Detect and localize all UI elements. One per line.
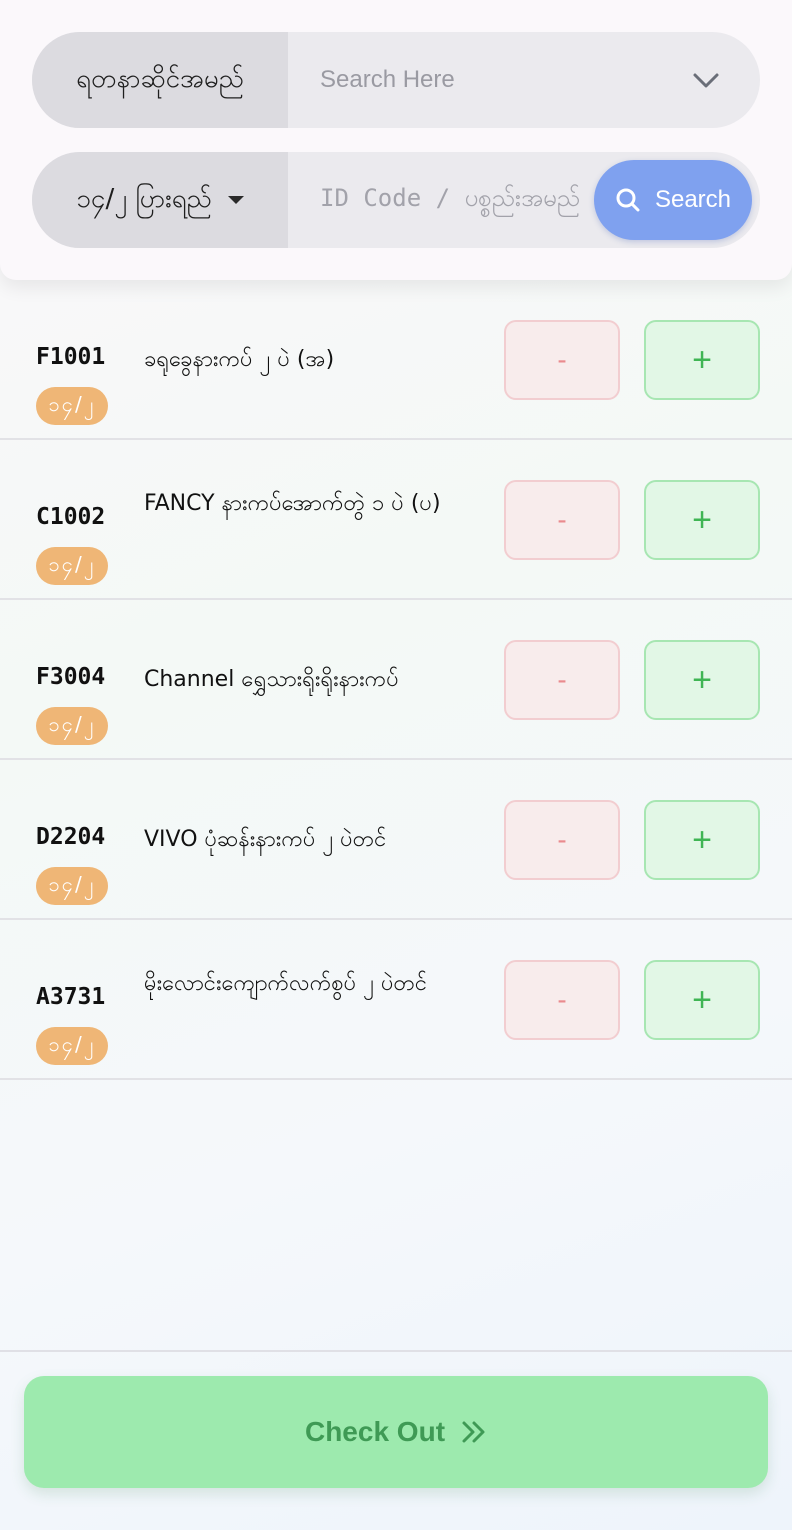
- increase-button[interactable]: +: [644, 480, 760, 560]
- checkout-button[interactable]: Check Out: [24, 1376, 768, 1488]
- purity-badge: ၁၄/၂: [36, 707, 108, 745]
- purity-filter-label: ၁၄/၂ ပြားရည်: [76, 183, 212, 214]
- item-code: F1001: [36, 344, 106, 370]
- double-chevron-right-icon: [462, 1421, 485, 1443]
- item-code: D2204: [36, 824, 106, 850]
- purity-badge: ၁၄/၂: [36, 1027, 108, 1065]
- decrease-button[interactable]: -: [504, 480, 620, 560]
- search-button[interactable]: Search: [594, 160, 752, 240]
- item-name: Channel ရွှေသားရိုးရိုးနားကပ်: [144, 667, 399, 692]
- list-item: A3731 ၁၄/၂ မိုးလောင်းကျောက်လက်စွပ် ၂ ပဲတ…: [0, 920, 792, 1080]
- increase-button[interactable]: +: [644, 320, 760, 400]
- increase-button[interactable]: +: [644, 640, 760, 720]
- decrease-button[interactable]: -: [504, 800, 620, 880]
- code-search-placeholder: ID Code / ပစ္စည်းအမည်: [320, 184, 580, 212]
- item-name: VIVO ပုံဆန်းနားကပ် ၂ ပဲတင်: [144, 827, 387, 852]
- decrease-button[interactable]: -: [504, 960, 620, 1040]
- purity-badge: ၁၄/၂: [36, 387, 108, 425]
- product-list: F1001 ၁၄/၂ ခရုခွေနားကပ် ၂ ပဲ (အ) - + C10…: [0, 280, 792, 1080]
- purity-badge: ၁၄/၂: [36, 867, 108, 905]
- item-name: ခရုခွေနားကပ် ၂ ပဲ (အ): [144, 347, 335, 372]
- item-name: မိုးလောင်းကျောက်လက်စွပ် ၂ ပဲတင်: [144, 971, 428, 996]
- store-search-dropdown[interactable]: Search Here: [288, 32, 760, 128]
- checkout-label: Check Out: [304, 1416, 446, 1447]
- product-search-bar: ၁၄/၂ ပြားရည် ID Code / ပစ္စည်းအမည် Searc…: [32, 152, 760, 248]
- item-code: A3731: [36, 984, 106, 1010]
- item-name: FANCY နားကပ်အောက်တွဲ ၁ ပဲ (ပ): [144, 491, 441, 516]
- caret-down-icon: [227, 196, 244, 204]
- list-item: C1002 ၁၄/၂ FANCY နားကပ်အောက်တွဲ ၁ ပဲ (ပ)…: [0, 440, 792, 600]
- purity-badge: ၁၄/၂: [36, 547, 108, 585]
- store-search-placeholder: Search Here: [320, 66, 455, 93]
- item-code: C1002: [36, 504, 106, 530]
- decrease-button[interactable]: -: [504, 320, 620, 400]
- item-code: F3004: [36, 664, 106, 690]
- list-item: D2204 ၁၄/၂ VIVO ပုံဆန်းနားကပ် ၂ ပဲတင် - …: [0, 760, 792, 920]
- increase-button[interactable]: +: [644, 960, 760, 1040]
- list-item: F1001 ၁၄/၂ ခရုခွေနားကပ် ၂ ပဲ (အ) - +: [0, 280, 792, 440]
- increase-button[interactable]: +: [644, 800, 760, 880]
- store-name-text: ရတနာဆိုင်အမည်: [76, 63, 244, 94]
- search-button-label: Search: [654, 186, 732, 213]
- list-item: F3004 ၁၄/၂ Channel ရွှေသားရိုးရိုးနားကပ်…: [0, 600, 792, 760]
- purity-filter-dropdown[interactable]: ၁၄/၂ ပြားရည်: [32, 152, 288, 248]
- footer-divider: [0, 1350, 792, 1352]
- search-header: ရတနာဆိုင်အမည် Search Here ၁၄/၂ ပြားရည် I…: [0, 0, 792, 280]
- search-icon: [616, 188, 640, 212]
- chevron-down-icon[interactable]: [692, 66, 720, 94]
- decrease-button[interactable]: -: [504, 640, 620, 720]
- store-name-label: ရတနာဆိုင်အမည်: [32, 32, 288, 128]
- store-search-bar: ရတနာဆိုင်အမည် Search Here: [32, 32, 760, 128]
